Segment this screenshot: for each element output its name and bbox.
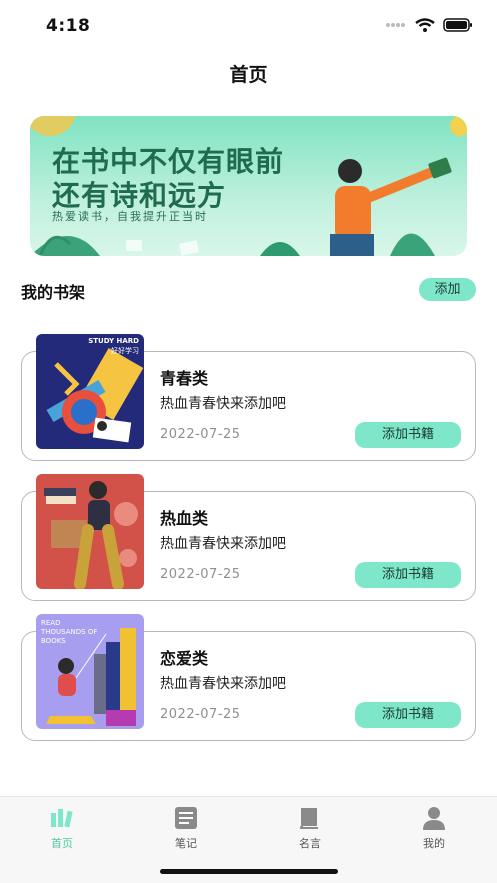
home-books-icon	[51, 809, 73, 828]
cover-text: STUDY HARD	[88, 337, 139, 345]
notes-icon	[175, 807, 197, 829]
status-icons	[385, 18, 473, 32]
book-cover-passion	[36, 474, 144, 589]
tab-profile[interactable]: 我的	[394, 805, 474, 851]
card-title: 恋爱类	[160, 649, 209, 668]
tab-notes[interactable]: 笔记	[146, 805, 226, 851]
battery-icon	[443, 18, 472, 32]
status-time: 4:18	[46, 16, 91, 36]
page-title: 首页	[229, 64, 268, 86]
section-title: 我的书架	[21, 283, 86, 302]
book-cover-youth: STUDY HARD 好好学习	[36, 334, 144, 449]
wifi-icon	[415, 18, 435, 32]
card-title: 青春类	[160, 369, 209, 388]
banner-subtitle: 热爱读书，自我提升正当时	[52, 210, 208, 223]
tab-label: 我的	[423, 837, 445, 850]
tab-label: 笔记	[175, 837, 197, 850]
add-books-button[interactable]: 添加书籍	[355, 702, 461, 728]
card-title: 热血类	[160, 509, 209, 528]
signal-icon	[386, 23, 405, 27]
cover-text: READ THOUSANDS OF BOOKS	[41, 619, 98, 645]
tab-quotes[interactable]: 名言	[270, 805, 350, 851]
cover-illustration	[44, 481, 138, 589]
status-bar: 4:18	[0, 0, 497, 50]
card-date: 2022-07-25	[160, 567, 241, 582]
add-books-button[interactable]: 添加书籍	[355, 562, 461, 588]
card-description: 热血青春快来添加吧	[160, 396, 286, 412]
add-books-button[interactable]: 添加书籍	[355, 422, 461, 448]
home-indicator	[160, 869, 338, 874]
tab-home[interactable]: 首页	[22, 805, 102, 851]
card-description: 热血青春快来添加吧	[160, 536, 286, 552]
card-date: 2022-07-25	[160, 707, 241, 722]
tab-label: 名言	[299, 837, 321, 850]
cover-subtext: 好好学习	[111, 347, 139, 355]
book-icon	[299, 808, 318, 829]
card-description: 热血青春快来添加吧	[160, 676, 286, 692]
person-icon	[423, 807, 445, 830]
hero-banner[interactable]: 在书中不仅有眼前 还有诗和远方 热爱读书，自我提升正当时	[30, 116, 467, 256]
book-cover-romance: READ THOUSANDS OF BOOKS	[36, 614, 144, 729]
add-button[interactable]: 添加	[419, 278, 476, 301]
bookshelf-header: 我的书架 添加	[21, 276, 476, 304]
tab-label: 首页	[51, 837, 73, 850]
card-date: 2022-07-25	[160, 427, 241, 442]
